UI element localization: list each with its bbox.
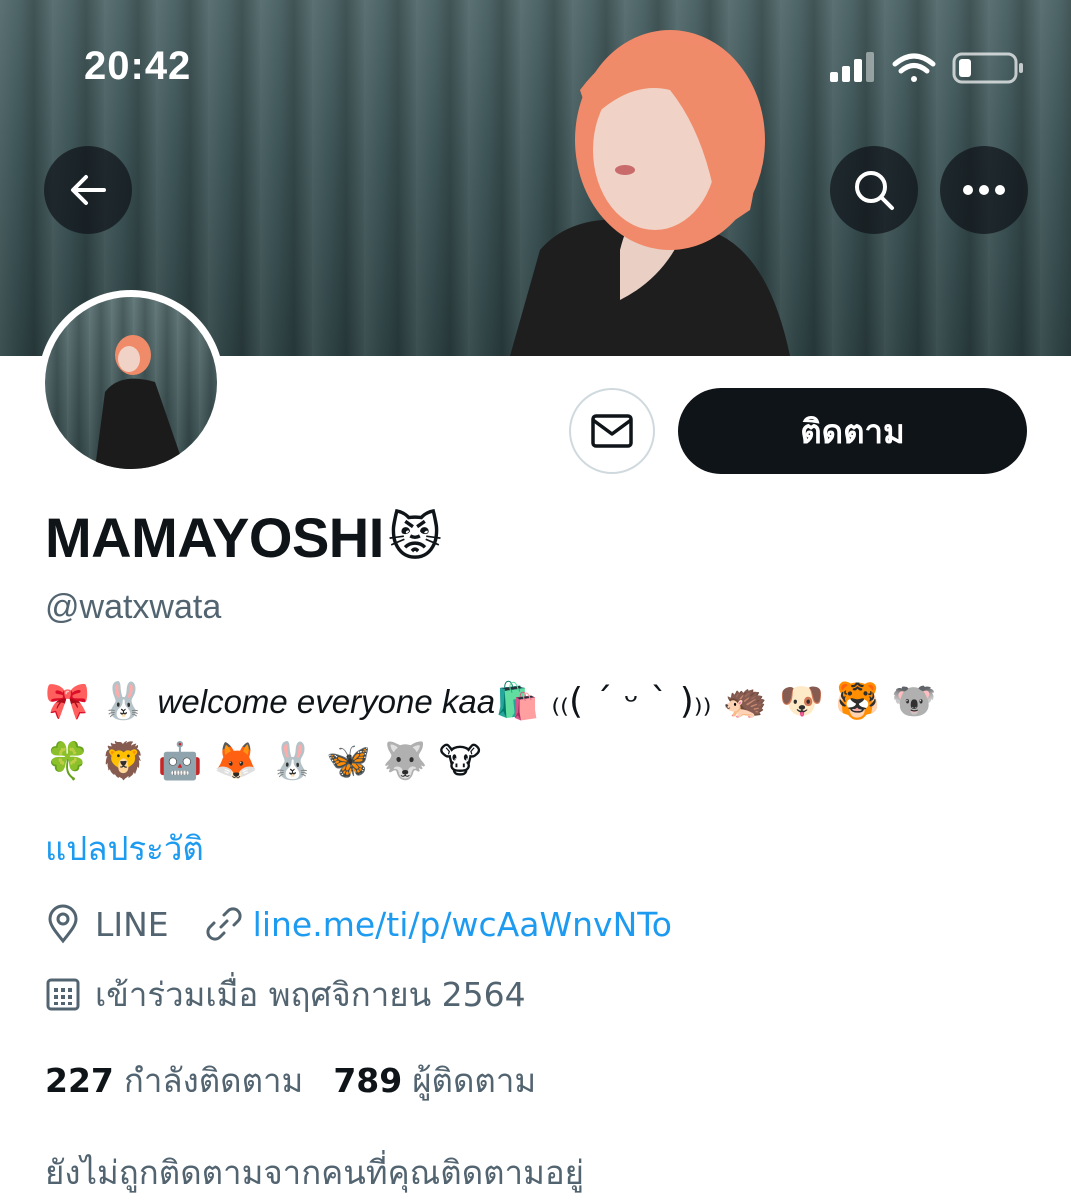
name-emoji: 😾 <box>387 507 443 568</box>
bio-text: welcome everyone kaa <box>157 683 496 720</box>
followers-count: 789 <box>333 1060 403 1100</box>
message-button[interactable] <box>569 388 655 474</box>
profile-bio: 🎀 🐰 welcome everyone kaa🛍️ ₍₍( ˊ ᵕ ˋ )₎₎… <box>45 672 1035 792</box>
back-button[interactable] <box>44 146 132 234</box>
profile-meta-location-link: LINE line.me/ti/p/wcAaWnvNTo <box>45 900 672 948</box>
status-time: 20:42 <box>84 44 192 88</box>
following-label: กำลังติดตาม <box>123 1060 304 1100</box>
follow-button[interactable]: ติดตาม <box>678 388 1027 474</box>
followers-stat[interactable]: 789 ผู้ติดตาม <box>333 1054 536 1107</box>
bio-line-2: 🍀 🦁 🤖 🦊 🐰 🦋 🐺 🐮 <box>45 741 482 782</box>
bio-suffix: 🛍️ ₍₍( ˊ ᵕ ˋ )₎₎ 🦔 🐶 🐯 🐨 <box>495 681 937 722</box>
follow-stats: 227 กำลังติดตาม 789 ผู้ติดตาม <box>45 1056 536 1104</box>
following-stat[interactable]: 227 กำลังติดตาม <box>45 1054 303 1107</box>
joined-date: เข้าร่วมเมื่อ พฤศจิกายน 2564 <box>95 974 526 1014</box>
location-pin-icon <box>48 904 78 944</box>
followed-by-note: ยังไม่ถูกติดตามจากคนที่คุณติดตามอยู่ <box>45 1153 584 1192</box>
link-icon <box>206 907 242 941</box>
followers-label: ผู้ติดตาม <box>412 1060 537 1100</box>
display-name-row: MAMAYOSHI 😾 <box>45 505 442 570</box>
translate-bio-link[interactable]: แปลประวัติ <box>45 822 204 875</box>
back-arrow-icon <box>71 175 106 205</box>
status-icons <box>830 52 1023 84</box>
following-count: 227 <box>45 1060 114 1100</box>
more-options-icon <box>963 185 1005 195</box>
display-name: MAMAYOSHI <box>45 506 384 569</box>
bio-prefix: 🎀 🐰 <box>45 681 158 722</box>
website-link[interactable]: line.me/ti/p/wcAaWnvNTo <box>253 905 672 944</box>
avatar-photo <box>45 297 217 469</box>
more-options-button[interactable] <box>940 146 1028 234</box>
mail-icon <box>591 414 633 448</box>
search-button[interactable] <box>830 146 918 234</box>
avatar[interactable] <box>38 290 224 476</box>
profile-handle: @watxwata <box>45 588 222 626</box>
cellular-signal-icon <box>830 52 874 82</box>
profile-meta-joined: เข้าร่วมเมื่อ พฤศจิกายน 2564 <box>45 970 526 1018</box>
battery-low-icon <box>952 52 1023 84</box>
search-icon <box>855 171 894 210</box>
location-text: LINE <box>95 904 169 944</box>
calendar-icon <box>46 978 80 1011</box>
banner-photo <box>510 30 790 356</box>
wifi-icon <box>892 53 936 82</box>
